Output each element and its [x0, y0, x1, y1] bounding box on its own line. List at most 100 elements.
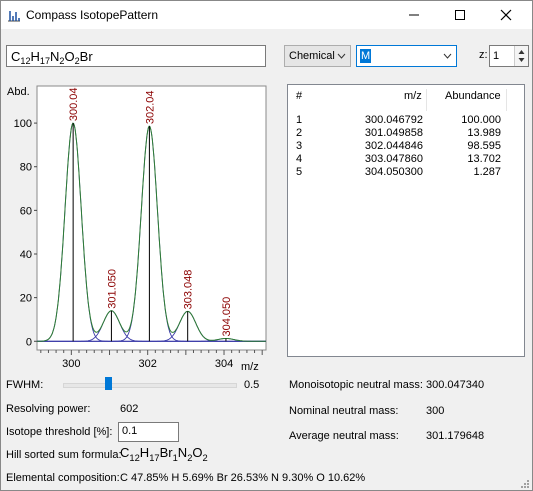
fwhm-slider-thumb[interactable] — [104, 377, 112, 390]
table-cell-mz: 301.049858 — [364, 127, 423, 139]
formula-element-symbol: H — [139, 445, 150, 460]
formula-element-count: 12 — [129, 453, 140, 463]
charge-spinner[interactable] — [514, 46, 528, 66]
chevron-down-icon — [337, 53, 346, 59]
table-cell-mz: 300.046792 — [364, 114, 423, 126]
table-cell-abundance: 98.595 — [467, 140, 501, 152]
formula-element-count: 2 — [202, 453, 208, 463]
y-tick-label: 100 — [14, 118, 32, 130]
element-select-value: M — [360, 49, 372, 63]
formula-element-count: 12 — [20, 56, 31, 66]
formula-element-symbol: N — [50, 49, 60, 64]
table-cell-index: 2 — [296, 127, 303, 139]
monoisotopic-mass-value: 300.047340 — [426, 379, 485, 391]
formula-element-symbol: N — [177, 445, 188, 460]
y-axis-label: Abd. — [7, 86, 30, 98]
charge-label: z: — [479, 49, 488, 61]
formula-element-count: 17 — [149, 453, 160, 463]
table-cell-index: 4 — [296, 153, 303, 165]
table-cell-index: 1 — [296, 114, 303, 126]
formula-element-count: 17 — [39, 56, 51, 66]
fwhm-label: FWHM: — [6, 379, 44, 391]
table-cell-abundance: 13.989 — [467, 127, 501, 139]
column-separator — [426, 89, 427, 111]
resolving-power-value: 602 — [120, 403, 139, 415]
table-row[interactable]: 4 303.047860 13.702 — [288, 153, 526, 166]
fwhm-value: 0.5 — [244, 379, 260, 391]
formula-input[interactable]: C12H17N2O2Br — [6, 45, 266, 67]
chevron-down-icon — [443, 53, 452, 59]
peak-label: 304.050 — [221, 297, 233, 337]
nominal-mass-value: 300 — [426, 405, 445, 417]
y-tick-label: 20 — [20, 293, 32, 305]
table-row[interactable]: 1 300.046792 100.000 — [288, 114, 526, 127]
table-cell-index: 3 — [296, 140, 303, 152]
formula-element-symbol: C — [11, 49, 21, 64]
average-mass-value: 301.179648 — [426, 430, 485, 442]
table-cell-abundance: 13.702 — [467, 153, 501, 165]
mode-select[interactable]: Chemical — [284, 45, 351, 67]
table-cell-mz: 303.047860 — [364, 153, 423, 165]
monoisotopic-mass-label: Monoisotopic neutral mass: — [289, 379, 423, 391]
isotope-threshold-label: Isotope threshold [%]: — [6, 426, 113, 438]
table-cell-index: 5 — [296, 166, 303, 178]
column-separator — [506, 89, 507, 111]
app-spectrum-icon — [7, 8, 21, 22]
y-tick-label: 60 — [20, 205, 32, 217]
spinner-arrows-icon — [518, 50, 525, 62]
table-row[interactable]: 5 304.050300 1.287 — [288, 166, 526, 179]
hill-formula-value: C12H17Br1N2O2 — [120, 445, 208, 463]
y-tick-label: 40 — [20, 249, 32, 261]
fwhm-slider[interactable] — [63, 383, 237, 388]
elemental-composition-value: C 47.85% H 5.69% Br 26.53% N 9.30% O 10.… — [120, 472, 366, 484]
column-header-abundance[interactable]: Abundance — [445, 90, 501, 112]
close-icon — [500, 9, 512, 21]
charge-value: 1 — [493, 50, 500, 62]
column-header-index[interactable]: # — [296, 90, 303, 112]
y-tick-label: 0 — [26, 336, 32, 348]
title-bar: Compass IsotopePattern — [1, 1, 532, 29]
formula-text: C12H17N2O2Br — [11, 49, 93, 66]
isotope-table[interactable]: # m/z Abundance 1 300.046792 100.000 2 301.0… — [287, 84, 525, 357]
resize-grip-icon[interactable] — [519, 478, 531, 490]
formula-element-symbol: C — [120, 445, 130, 460]
x-axis-label: m/z — [241, 361, 259, 373]
close-button[interactable] — [488, 1, 524, 29]
maximize-icon — [455, 10, 465, 20]
isotope-threshold-input[interactable]: 0.1 — [118, 422, 179, 442]
isotope-threshold-value: 0.1 — [122, 425, 138, 437]
column-header-mz[interactable]: m/z — [404, 90, 422, 112]
window-title: Compass IsotopePattern — [26, 8, 159, 22]
x-tick-label: 304 — [215, 358, 233, 370]
hill-formula-label: Hill sorted sum formula: — [6, 449, 122, 461]
minimize-icon — [409, 14, 419, 16]
table-row[interactable]: 2 301.049858 13.989 — [288, 127, 526, 140]
peak-label: 302.04 — [144, 91, 156, 125]
y-tick-label: 80 — [20, 162, 32, 174]
isotope-chart-plot: Abd. m/z 0 20 40 60 80 100 300 302 304 300.04 301.0… — [7, 85, 267, 373]
table-cell-mz: 302.044846 — [364, 140, 423, 152]
table-row[interactable]: 3 302.044846 98.595 — [288, 140, 526, 153]
average-mass-label: Average neutral mass: — [289, 430, 399, 442]
table-cell-abundance: 100.000 — [461, 114, 501, 126]
peak-label: 300.04 — [68, 87, 80, 121]
formula-element-symbol: O — [192, 445, 203, 460]
formula-element-symbol: H — [30, 49, 40, 64]
element-select[interactable]: M — [356, 45, 457, 67]
resolving-power-label: Resolving power: — [6, 403, 91, 415]
peak-label: 301.050 — [106, 269, 118, 309]
table-cell-abundance: 1.287 — [473, 166, 501, 178]
charge-stepper[interactable]: 1 — [489, 45, 529, 67]
x-tick-label: 302 — [139, 358, 157, 370]
mode-select-value: Chemical — [289, 50, 335, 62]
isotope-chart[interactable]: Abd. m/z 0 20 40 60 80 100 300 302 304 300.04 301.0… — [6, 84, 271, 374]
elemental-composition-label: Elemental composition: — [6, 472, 120, 484]
formula-element-symbol: O — [64, 49, 75, 64]
isotope-pattern-window: Compass IsotopePattern C12H17N2O2Br Chem… — [0, 0, 533, 491]
maximize-button[interactable] — [442, 1, 478, 29]
formula-element-symbol: Br — [159, 445, 173, 460]
nominal-mass-label: Nominal neutral mass: — [289, 405, 399, 417]
peak-label: 303.048 — [183, 270, 195, 310]
formula-element-symbol: Br — [79, 49, 93, 64]
minimize-button[interactable] — [396, 1, 432, 29]
